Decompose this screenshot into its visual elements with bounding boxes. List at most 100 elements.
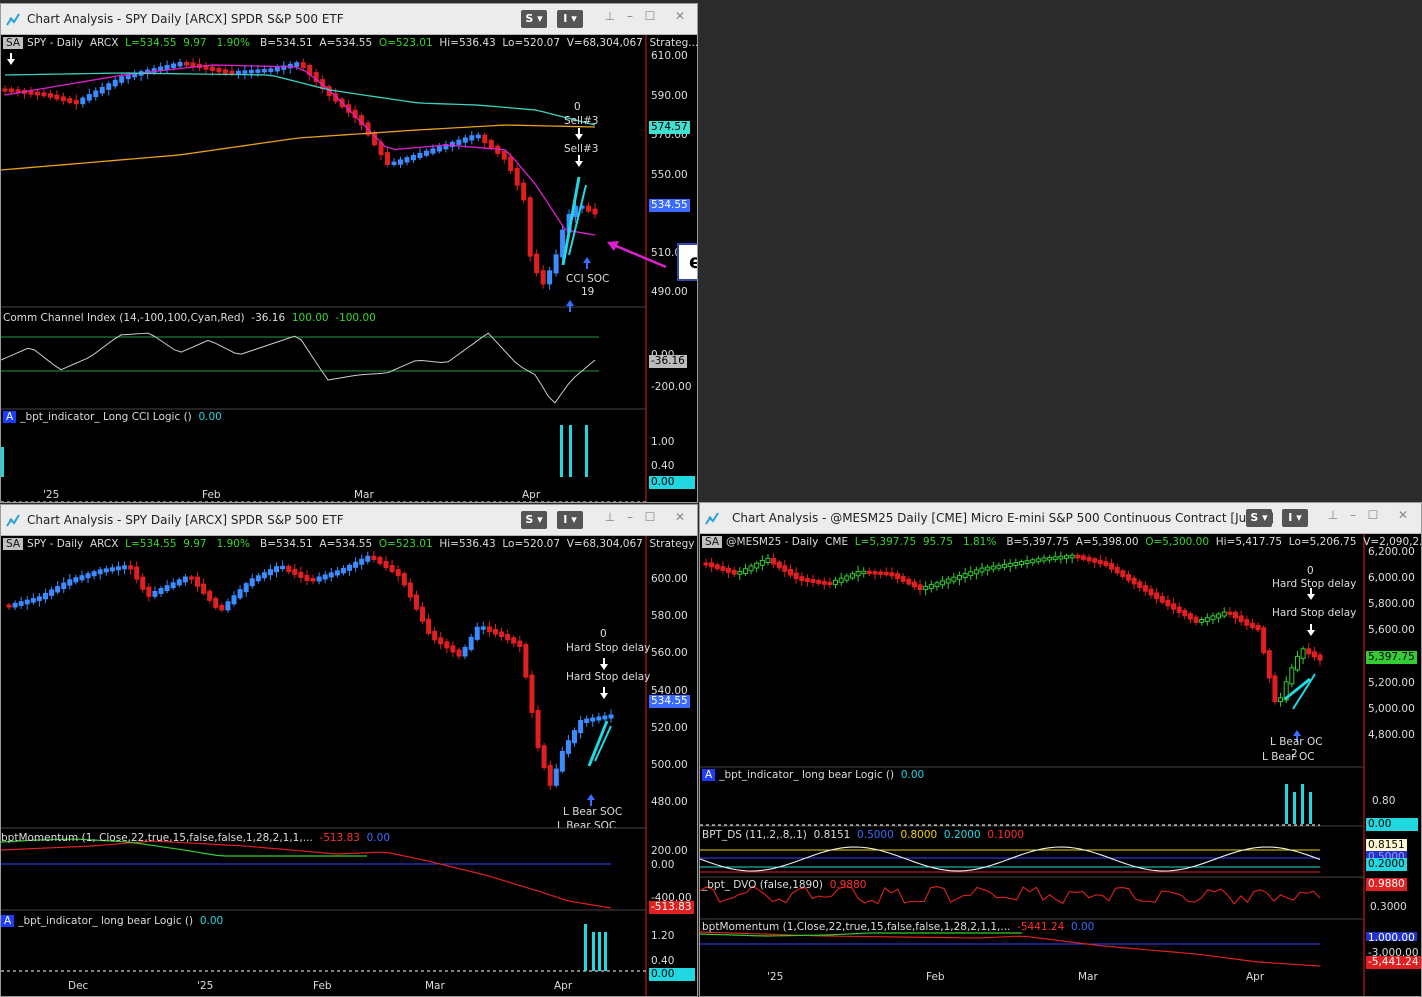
candle-body [243,583,249,593]
candle-body [911,581,917,588]
candle-body [47,93,53,98]
candle-body [505,634,511,641]
candle-body [417,152,423,159]
chart-app-icon [6,13,20,26]
candle-body [737,570,743,575]
candle-body [280,565,286,570]
candle-body [878,571,884,575]
candle-body [608,714,614,719]
title-bar[interactable]: Chart Analysis - SPY Daily [ARCX] SPDR S… [1,505,697,536]
candle-body [255,69,261,73]
close-icon[interactable]: ✕ [673,510,687,524]
maximize-icon[interactable]: ☐ [643,510,657,524]
close-icon[interactable]: ✕ [1396,508,1410,522]
candle-body [816,579,822,584]
momentum-value-tag: -513.83 [649,901,694,914]
x-axis-label: Apr [522,489,541,501]
candle-body [714,564,720,570]
candle-body [1120,570,1126,578]
candle-body [861,570,867,575]
maximize-icon[interactable]: ☐ [643,9,657,23]
title-bar[interactable]: Chart Analysis - @MESM25 Daily [CME] Mic… [700,503,1421,534]
candle-body [12,602,18,608]
candle-body [474,626,480,640]
indicator-tick: 0.80 [1372,795,1396,807]
title-bar[interactable]: Chart Analysis - SPY Daily [ARCX] SPDR S… [1,4,697,35]
x-axis-label: '25 [197,980,214,992]
candle-body [242,70,248,74]
candle-body [359,558,365,565]
candle-body [195,576,201,587]
candle-body [1204,617,1210,623]
last-price-tag: 534.55 [649,199,690,212]
candle-body [1137,581,1143,589]
candle-body [527,197,533,257]
candle-body [152,590,158,597]
candle-body [322,574,328,580]
indicator-button[interactable]: I ▾ [1282,509,1308,527]
pin-icon[interactable]: ⊥ [603,510,617,524]
pin-icon[interactable]: ⊥ [603,9,617,23]
candle-body [1289,667,1295,685]
candle-body [177,61,183,67]
candle-body [793,572,799,580]
candle-body [765,557,771,563]
chart-area[interactable]: SA SPY - Daily ARCX L=534.55 9.97 1.90% B… [1,35,697,502]
chart-area[interactable]: SA @MESM25 - Daily CME L=5,397.75 95.75 1… [700,534,1421,996]
close-icon[interactable]: ✕ [673,9,687,23]
price-chart-canvas[interactable] [1,35,698,503]
candle-body [91,571,97,577]
x-axis-label: Feb [202,489,221,501]
candle-body [720,566,726,572]
chart-window-mes[interactable]: Chart Analysis - @MESM25 Daily [CME] Mic… [699,502,1422,997]
candle-body [229,70,235,75]
candle-body [286,565,292,572]
candle-body [158,588,164,594]
price-tick: 550.00 [651,169,688,181]
candle-body [1086,556,1092,562]
strategy-button[interactable]: S ▾ [521,511,547,529]
candle-body [438,637,444,645]
indicator-tick: 1.00 [651,436,675,448]
candle-body [895,573,901,580]
candle-body [1278,697,1284,703]
candle-body [1244,619,1250,626]
candle-body [261,572,267,579]
minimize-icon[interactable]: – [1346,508,1360,522]
strategy-button[interactable]: S ▾ [1246,509,1272,527]
minimize-icon[interactable]: – [623,510,637,524]
candle-body [855,571,861,577]
candle-body [2,88,8,92]
indicator-button[interactable]: I ▾ [557,511,583,529]
chart-window-spy-top[interactable]: Chart Analysis - SPY Daily [ARCX] SPDR S… [0,3,698,503]
candle-body [565,740,571,754]
minimize-icon[interactable]: – [623,9,637,23]
candle-body [1294,655,1300,671]
indicator-label: A _bpt_indicator_ long bear Logic () 0.00 [1,915,223,927]
candle-body [274,566,280,573]
candle-body [866,570,872,575]
candle-body [1216,613,1222,619]
maximize-icon[interactable]: ☐ [1366,508,1380,522]
signal-bar [584,924,587,971]
price-chart-canvas[interactable] [1,536,698,997]
chart-area[interactable]: SA SPY - Daily ARCX L=534.55 9.97 1.90% B… [1,536,697,996]
candle-body [996,564,1002,569]
pin-icon[interactable]: ⊥ [1326,508,1340,522]
indicator-button[interactable]: I ▾ [557,10,583,28]
candle-body [164,65,170,70]
candle-body [377,556,383,564]
candle-body [559,750,565,772]
strategy-button[interactable]: S ▾ [521,10,547,28]
candle-body [207,590,213,601]
chart-window-spy-bottom[interactable]: Chart Analysis - SPY Daily [ARCX] SPDR S… [0,504,698,997]
price-tick: 560.00 [651,647,688,659]
candle-body [36,596,42,602]
candle-body [171,63,177,69]
bear-oc-label: L Bear OC [1262,751,1315,763]
candle-body [511,637,517,644]
signal-line [587,720,609,767]
window-title: Chart Analysis - SPY Daily [ARCX] SPDR S… [27,513,344,527]
candle-body [67,98,73,103]
candle-body [164,585,170,592]
